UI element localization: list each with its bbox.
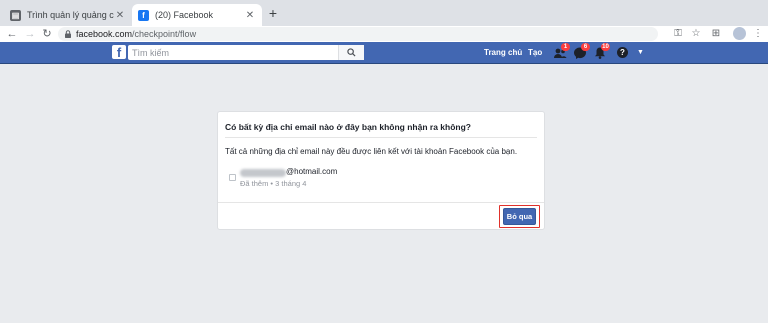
tab-facebook[interactable]: f (20) Facebook ✕ [132, 4, 262, 26]
divider [218, 202, 544, 203]
close-tab-icon[interactable]: ✕ [244, 10, 256, 21]
ads-manager-icon: ▤ [10, 9, 21, 21]
checkpoint-dialog: Có bất kỳ địa chỉ email nào ở đây bạn kh… [217, 111, 545, 230]
account-menu-caret-icon[interactable]: ▼ [637, 47, 644, 58]
close-tab-icon[interactable]: ✕ [114, 10, 126, 21]
back-icon[interactable]: ← [5, 27, 19, 41]
new-tab-icon[interactable]: + [266, 6, 280, 20]
address-bar[interactable]: facebook.com/checkpoint/flow [58, 27, 658, 41]
tab-title: (20) Facebook [155, 10, 214, 20]
notifications-icon[interactable]: 10 [593, 43, 610, 60]
tab-ads-manager[interactable]: ▤ Trình quản lý quảng cáo - Quả ✕ [4, 4, 132, 26]
tab-title: Trình quản lý quảng cáo - Quả [27, 10, 114, 20]
facebook-logo-icon[interactable]: f [112, 45, 126, 59]
nav-create-link[interactable]: Tạo [528, 46, 542, 60]
search-input[interactable]: Tìm kiếm [128, 48, 338, 58]
key-icon[interactable]: ⚿ [671, 27, 685, 41]
email-added-date: Đã thêm • 3 tháng 4 [240, 179, 307, 188]
notifications-badge: 10 [601, 43, 610, 51]
email-domain: @hotmail.com [286, 167, 338, 176]
divider [225, 137, 537, 138]
messenger-icon[interactable]: 6 [573, 43, 590, 60]
profile-avatar[interactable] [733, 27, 746, 40]
help-icon[interactable]: ? [617, 47, 628, 58]
friend-requests-icon[interactable]: 1 [553, 43, 570, 60]
browser-toolbar: ← → ↻ facebook.com/checkpoint/flow ⚿ ☆ ⊞… [0, 26, 768, 42]
lock-icon [65, 30, 71, 38]
url-host: facebook.com [76, 29, 133, 39]
search-box[interactable]: Tìm kiếm [128, 45, 364, 60]
search-icon [347, 48, 356, 57]
browser-tab-strip: ▤ Trình quản lý quảng cáo - Quả ✕ f (20)… [0, 0, 768, 26]
forward-icon[interactable]: → [23, 27, 37, 41]
dialog-description: Tất cả những địa chỉ email này đều được … [225, 147, 518, 156]
url-path: /checkpoint/flow [132, 29, 197, 39]
nav-home-link[interactable]: Trang chủ [484, 46, 522, 60]
facebook-favicon-icon: f [138, 9, 149, 21]
facebook-header: f Tìm kiếm Trang chủ Tạo 1 6 10 ? ▼ [0, 42, 768, 64]
email-list-item: @hotmail.com Đã thêm • 3 tháng 4 [229, 167, 429, 189]
menu-kebab-icon[interactable]: ⋮ [751, 27, 765, 41]
email-redacted-local-part [240, 169, 286, 177]
friends-badge: 1 [561, 43, 570, 51]
reload-icon[interactable]: ↻ [40, 27, 54, 41]
email-checkbox[interactable] [229, 174, 236, 181]
skip-button[interactable]: Bỏ qua [503, 208, 536, 225]
star-bookmark-icon[interactable]: ☆ [689, 27, 703, 41]
search-button[interactable] [338, 45, 364, 60]
extension-icon[interactable]: ⊞ [709, 27, 723, 41]
dialog-title: Có bất kỳ địa chỉ email nào ở đây bạn kh… [225, 122, 471, 132]
messages-badge: 6 [581, 43, 590, 51]
